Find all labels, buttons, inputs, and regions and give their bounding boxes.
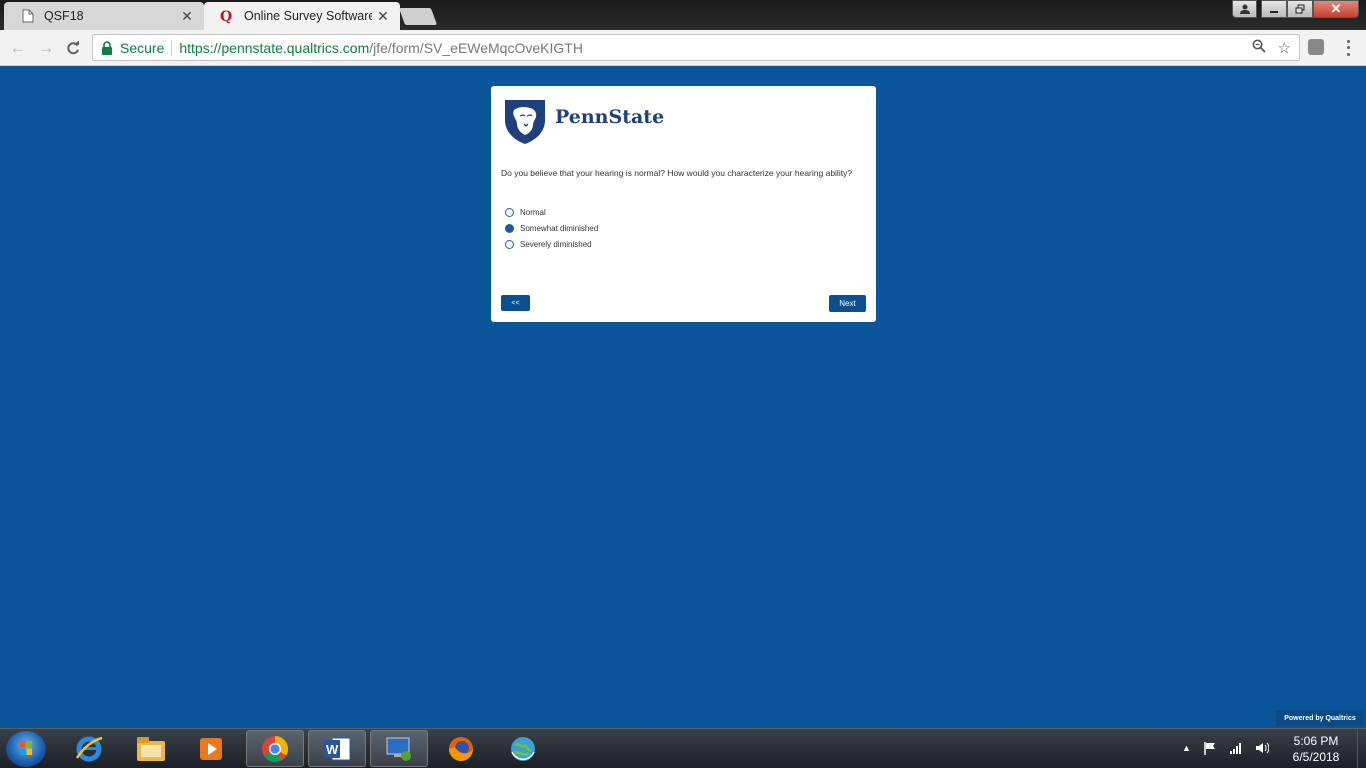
question-text: Do you believe that your hearing is norm… — [501, 168, 853, 178]
firefox-icon[interactable] — [432, 730, 490, 767]
qualtrics-icon: Q — [220, 8, 236, 24]
tab-qsf18[interactable]: QSF18 ✕ — [4, 2, 204, 30]
forward-arrow-icon[interactable]: → — [36, 38, 56, 58]
browser-menu-icon[interactable] — [1344, 38, 1352, 58]
user-profile-icon[interactable] — [1232, 0, 1257, 18]
url-path: /jfe/form/SV_eEWeMqcOveKIGTH — [369, 39, 583, 56]
tab-title: Online Survey Software | Q — [244, 9, 372, 23]
system-clock[interactable]: 5:06 PM 6/5/2018 — [1283, 733, 1349, 765]
remote-desktop-icon[interactable] — [370, 730, 428, 767]
clock-date: 6/5/2018 — [1292, 750, 1340, 764]
bookmark-star-icon[interactable]: ☆ — [1278, 39, 1291, 57]
globe-app-icon[interactable] — [494, 730, 552, 767]
minimize-button[interactable] — [1261, 0, 1287, 18]
tab-title: QSF18 — [44, 9, 84, 23]
survey-card: PennState Do you believe that your heari… — [491, 86, 876, 322]
back-arrow-icon[interactable]: ← — [8, 38, 28, 58]
choice-list: Normal Somewhat diminished Severely dimi… — [505, 204, 598, 252]
reload-icon[interactable] — [63, 38, 83, 58]
back-button[interactable]: << — [501, 295, 530, 311]
show-desktop-button[interactable] — [1357, 729, 1366, 768]
clock-time: 5:06 PM — [1293, 734, 1339, 748]
pennstate-logo: PennState — [503, 98, 664, 144]
nittany-lion-shield-icon — [505, 100, 545, 144]
volume-icon[interactable] — [1255, 741, 1270, 758]
svg-text:W: W — [326, 742, 339, 757]
browser-toolbar: ← → Secure https://pennstate.qualtrics.c… — [0, 30, 1366, 66]
network-signal-icon[interactable] — [1229, 741, 1243, 758]
internet-explorer-icon[interactable] — [60, 730, 118, 767]
browser-titlebar: QSF18 ✕ Q Online Survey Software | Q ✕ ✕ — [0, 0, 1366, 30]
file-explorer-icon[interactable] — [122, 730, 180, 767]
choice-somewhat-diminished[interactable]: Somewhat diminished — [505, 220, 598, 236]
lock-icon — [101, 40, 113, 55]
choice-label: Somewhat diminished — [520, 223, 599, 233]
logo-wordmark: PennState — [555, 106, 665, 128]
windows-logo-icon — [20, 741, 32, 755]
start-button[interactable] — [6, 731, 46, 767]
choice-label: Normal — [520, 207, 546, 217]
action-center-flag-icon[interactable] — [1203, 741, 1217, 758]
system-tray: ▲ — [1182, 741, 1270, 758]
powered-by-qualtrics[interactable]: Powered by Qualtrics — [1276, 710, 1364, 726]
zoom-icon[interactable] — [1252, 39, 1266, 57]
secure-label: Secure — [120, 39, 165, 56]
extension-icon[interactable] — [1308, 39, 1324, 55]
choice-severely-diminished[interactable]: Severely diminished — [505, 236, 598, 252]
svg-text:Q: Q — [220, 9, 232, 23]
show-hidden-icons-icon[interactable]: ▲ — [1182, 743, 1191, 758]
tab-online-survey-software[interactable]: Q Online Survey Software | Q ✕ — [204, 2, 400, 30]
new-tab-button[interactable] — [398, 8, 438, 25]
radio-button[interactable] — [505, 239, 514, 249]
media-player-icon[interactable] — [182, 730, 240, 767]
word-icon[interactable]: W — [308, 730, 366, 767]
choice-normal[interactable]: Normal — [505, 204, 598, 220]
page-icon — [20, 8, 36, 24]
close-window-button[interactable]: ✕ — [1313, 0, 1359, 18]
close-tab-icon[interactable]: ✕ — [176, 8, 198, 25]
url-host: https://pennstate.qualtrics.com — [179, 39, 370, 56]
choice-label: Severely diminished — [520, 239, 592, 249]
chrome-icon[interactable] — [246, 730, 304, 767]
windows-taskbar: W ▲ 5:06 PM 6/5/2018 — [0, 728, 1366, 768]
close-tab-icon[interactable]: ✕ — [372, 8, 394, 25]
divider — [171, 39, 173, 56]
radio-button-selected[interactable] — [505, 223, 514, 233]
next-button[interactable]: Next — [829, 295, 866, 312]
address-bar[interactable]: Secure https://pennstate.qualtrics.com/j… — [92, 34, 1300, 61]
restore-button[interactable] — [1287, 0, 1313, 18]
radio-button[interactable] — [505, 207, 514, 217]
